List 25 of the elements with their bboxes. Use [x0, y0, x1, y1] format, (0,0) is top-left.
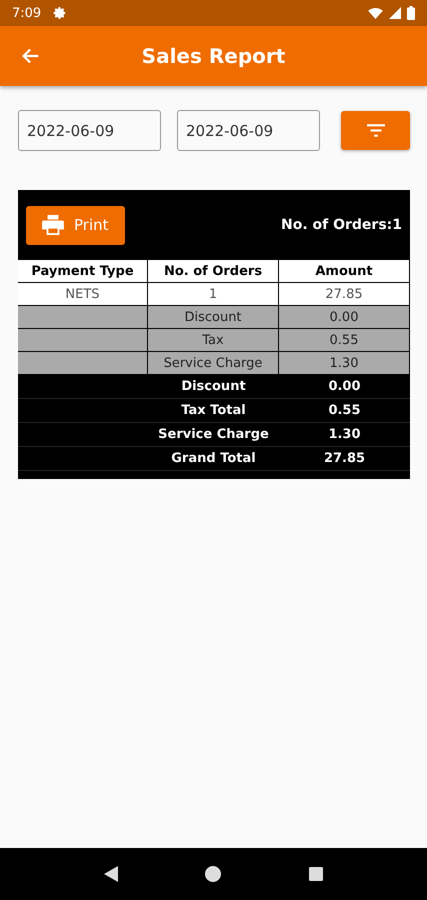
printer-icon — [42, 215, 64, 235]
status-time: 7:09 — [12, 6, 42, 20]
filter-button[interactable] — [341, 111, 410, 150]
table-cell-text: Grand Total — [170, 450, 257, 468]
table-cell: 1.30 — [279, 352, 410, 375]
from-date-field[interactable]: 2022-06-09 — [18, 110, 161, 151]
table-cell: Service Charge — [148, 352, 279, 375]
orders-count: No. of Orders:1 — [280, 217, 402, 233]
signal-icon — [389, 7, 401, 19]
screen-title: Sales Report — [142, 44, 286, 68]
table-cell-text: 0.00 — [327, 378, 362, 396]
table-cell-text: 0.55 — [327, 402, 362, 420]
wifi-icon — [368, 8, 383, 18]
table-cell-text: 1.30 — [327, 426, 362, 444]
table-cell-text: 27.85 — [322, 450, 366, 468]
table-cell-text: Service Charge — [157, 426, 270, 444]
recents-square-icon[interactable] — [309, 867, 324, 881]
table-cell-text: Tax Total — [180, 402, 247, 420]
back-triangle-icon[interactable] — [104, 866, 118, 882]
home-circle-icon[interactable] — [205, 866, 222, 882]
to-date-field[interactable]: 2022-06-09 — [177, 110, 320, 151]
table-cell-text: Discount — [180, 378, 247, 396]
battery-icon — [407, 6, 415, 20]
filter-icon — [366, 124, 384, 137]
gear-icon — [53, 6, 68, 20]
